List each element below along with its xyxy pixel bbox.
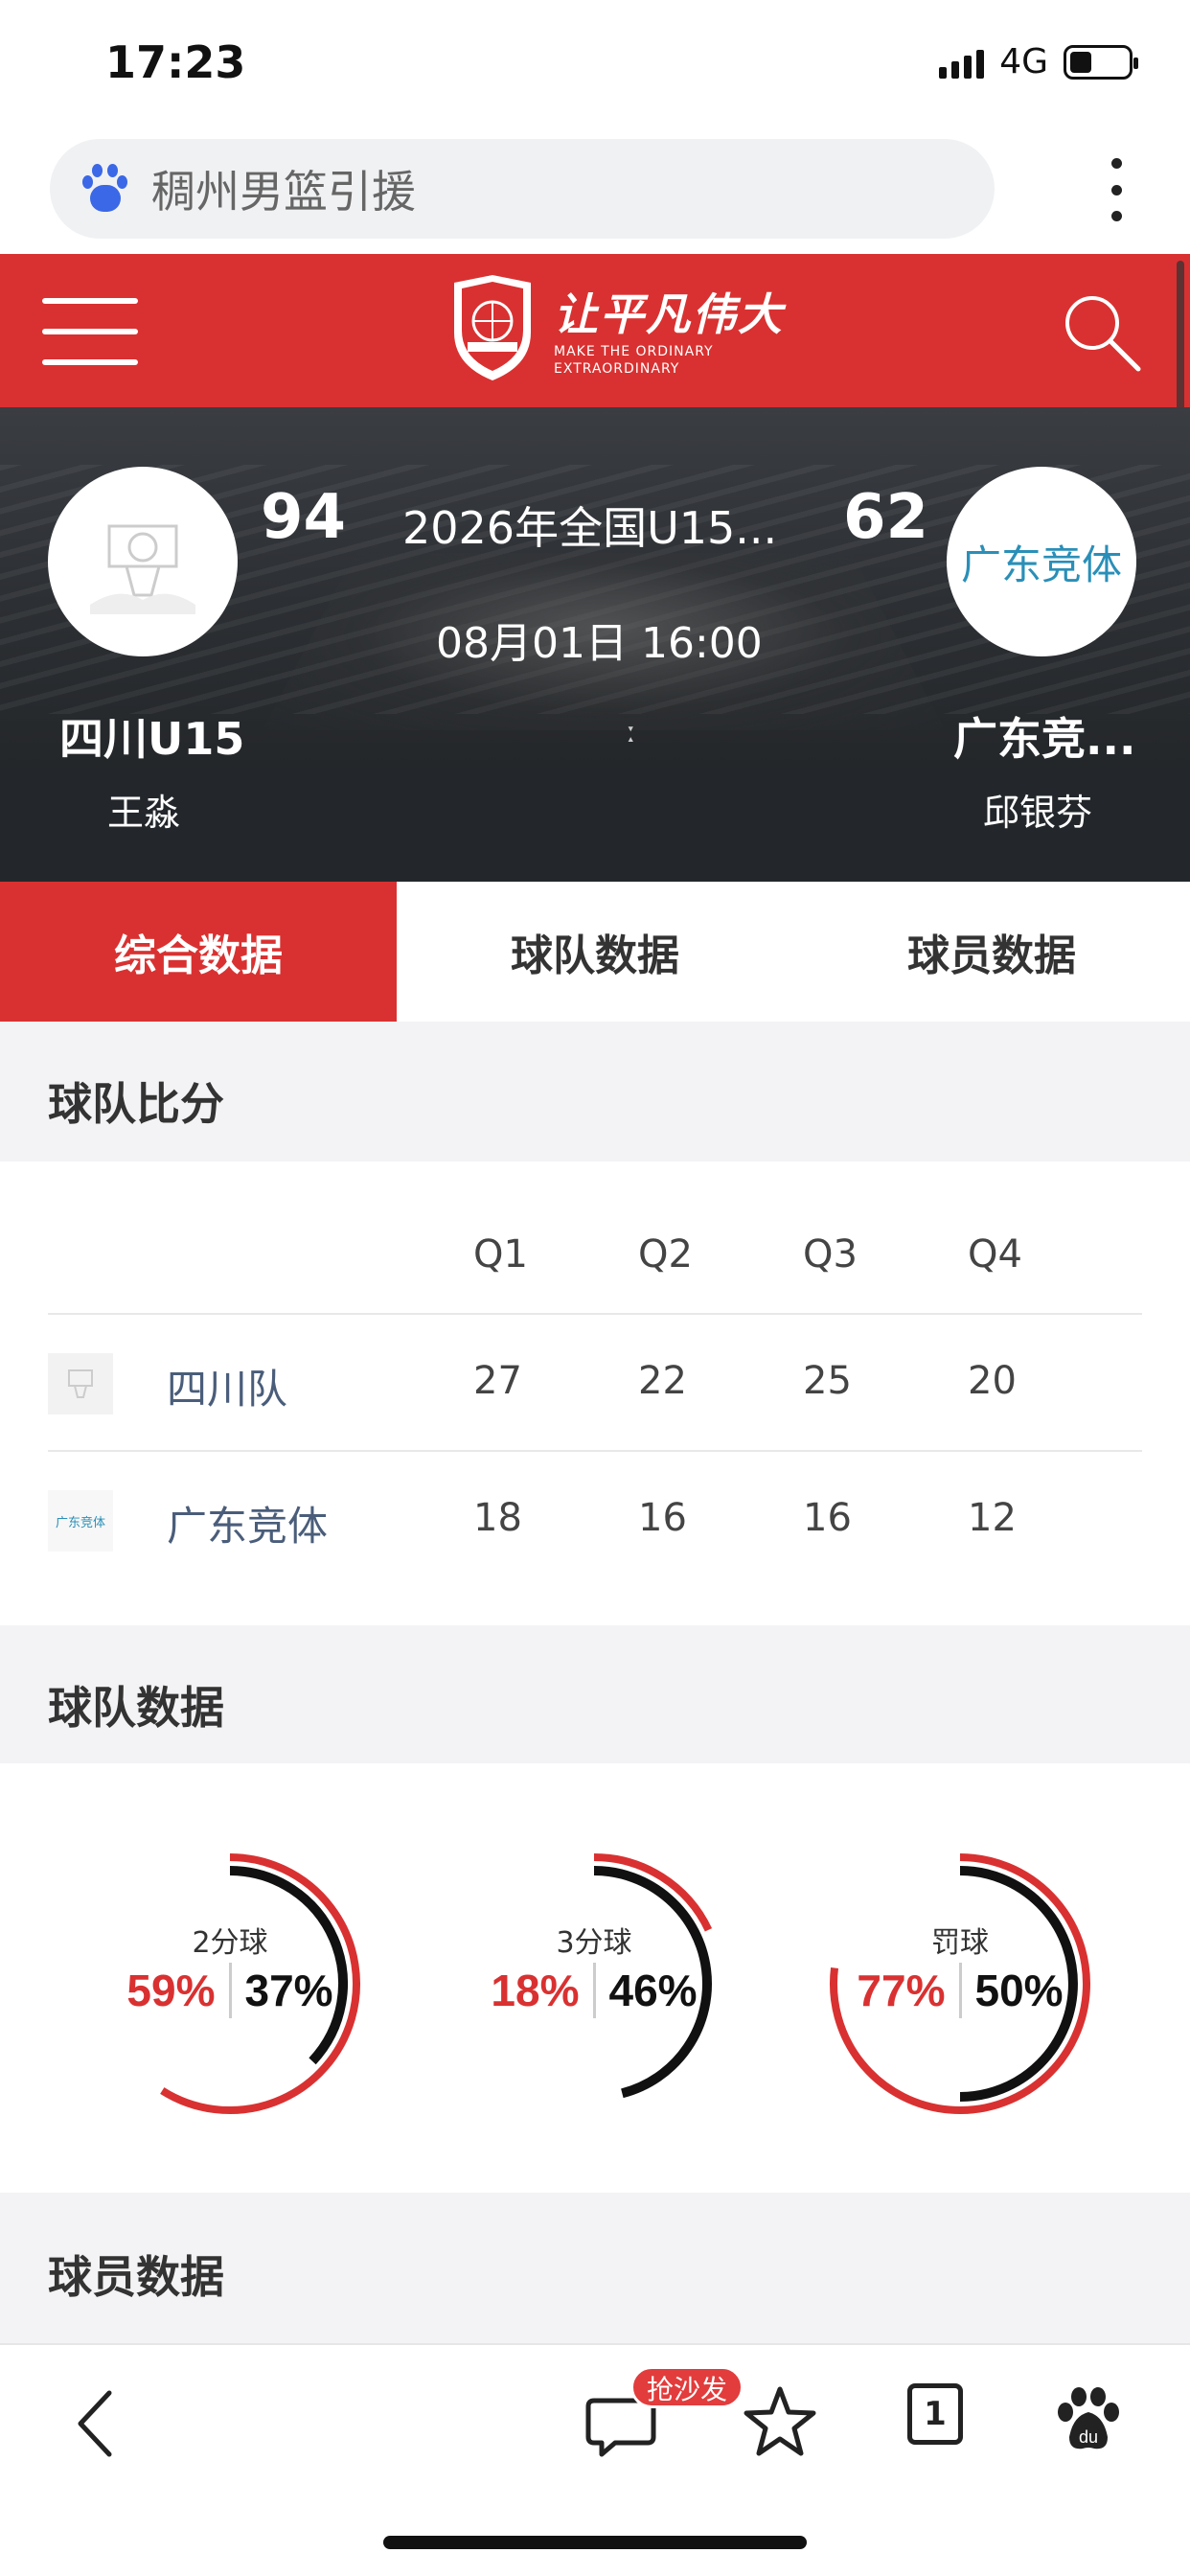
stat-label: 3分球 bbox=[556, 1926, 632, 1960]
cba-shield-icon bbox=[454, 275, 531, 380]
slogan-en-line2: EXTRAORDINARY bbox=[554, 361, 680, 377]
player-data-section-header: 球员数据 bbox=[0, 2193, 1190, 2343]
quarter-score: 18 bbox=[473, 1496, 522, 1540]
quarter-score: 22 bbox=[638, 1359, 687, 1403]
home-pct: 77% bbox=[857, 1966, 946, 2015]
quarter-score: 20 bbox=[968, 1359, 1017, 1403]
away-score: 62 bbox=[843, 482, 929, 553]
tab-team-data[interactable]: 球队数据 bbox=[397, 882, 793, 1022]
quarter-header: Q1 bbox=[473, 1232, 528, 1276]
sofa-badge[interactable]: 抢沙发 bbox=[630, 2366, 744, 2408]
team-logo-small: 广东竞体 bbox=[48, 1490, 113, 1552]
divider bbox=[592, 1963, 596, 2018]
away-team-logo[interactable]: 广东竞体 bbox=[947, 467, 1136, 656]
quarter-score: 25 bbox=[803, 1359, 852, 1403]
team-logo-small bbox=[48, 1353, 113, 1414]
donut-chart: 3分球 18% 46% bbox=[450, 1840, 738, 2128]
home-team-logo[interactable] bbox=[48, 467, 238, 656]
team-data-section-header: 球队数据 bbox=[0, 1625, 1190, 1763]
home-coach: 王淼 bbox=[107, 792, 181, 834]
section-title: 球队比分 bbox=[48, 1078, 224, 1130]
away-pct: 50% bbox=[974, 1966, 1064, 2015]
slogan-cn: 让平凡伟大 bbox=[554, 288, 784, 340]
quarter-score: 12 bbox=[968, 1496, 1017, 1540]
away-coach: 邱银芬 bbox=[983, 792, 1093, 834]
search-input[interactable]: 稠州男篮引援 bbox=[50, 139, 995, 239]
table-row[interactable]: 广东竞体 广东竞体 18 16 16 12 bbox=[48, 1452, 1142, 1589]
baidu-paw-icon bbox=[79, 162, 132, 216]
slogan-en-line1: MAKE THE ORDINARY bbox=[554, 344, 714, 359]
stat-values: 18% 46% bbox=[450, 1963, 738, 2018]
away-pct: 37% bbox=[244, 1966, 333, 2015]
home-pct: 59% bbox=[126, 1966, 216, 2015]
donut-chart: 2分球 59% 37% bbox=[86, 1840, 374, 2128]
divider bbox=[958, 1963, 962, 2018]
status-time: 17:23 bbox=[105, 36, 246, 88]
score-table-header: Q1 Q2 Q3 Q4 bbox=[48, 1162, 1142, 1315]
team-name: 广东竞体 bbox=[167, 1503, 329, 1550]
quarter-score: 16 bbox=[638, 1496, 687, 1540]
tab-overview[interactable]: 综合数据 bbox=[0, 882, 397, 1022]
match-title: 2026年全国U15... bbox=[402, 502, 778, 554]
back-icon[interactable] bbox=[59, 2383, 136, 2460]
home-score: 94 bbox=[261, 482, 347, 553]
team-score-section-header: 球队比分 bbox=[0, 1022, 1190, 1162]
donut-chart: 罚球 77% 50% bbox=[816, 1840, 1104, 2128]
stat-values: 59% 37% bbox=[86, 1963, 374, 2018]
stat-label: 罚球 bbox=[931, 1926, 989, 1960]
quarter-score: 27 bbox=[473, 1359, 522, 1403]
divider bbox=[228, 1963, 232, 2018]
basketball-hoop-icon bbox=[90, 524, 195, 614]
network-type: 4G bbox=[999, 42, 1048, 81]
stat-values: 77% 50% bbox=[816, 1963, 1104, 2018]
browser-search-row: 稠州男篮引援 bbox=[0, 129, 1190, 254]
match-center-mark: ː bbox=[627, 716, 637, 749]
home-indicator bbox=[383, 2536, 807, 2549]
away-logo-text: 广东竞体 bbox=[960, 540, 1122, 588]
battery-icon bbox=[1064, 44, 1138, 80]
score-table: Q1 Q2 Q3 Q4 四川队 27 22 25 20 广东竞体 广东竞体 18… bbox=[48, 1162, 1142, 1589]
stats-tabs: 综合数据 球队数据 球员数据 bbox=[0, 882, 1190, 1022]
menu-icon[interactable] bbox=[42, 298, 138, 365]
home-pct: 18% bbox=[491, 1966, 580, 2015]
stat-label: 2分球 bbox=[192, 1926, 268, 1960]
slogan: 让平凡伟大 MAKE THE ORDINARY EXTRAORDINARY bbox=[554, 280, 784, 378]
star-icon[interactable] bbox=[742, 2383, 818, 2460]
more-options-icon[interactable] bbox=[1110, 158, 1123, 221]
away-pct: 46% bbox=[608, 1966, 698, 2015]
basketball-hoop-icon bbox=[68, 1369, 93, 1398]
quarter-header: Q3 bbox=[803, 1232, 858, 1276]
tabs-count-icon[interactable]: 1 bbox=[907, 2383, 963, 2445]
site-header: 让平凡伟大 MAKE THE ORDINARY EXTRAORDINARY bbox=[0, 254, 1190, 407]
quarter-header: Q2 bbox=[638, 1232, 693, 1276]
section-title: 球队数据 bbox=[48, 1682, 224, 1734]
status-indicators: 4G bbox=[939, 42, 1138, 81]
match-banner: 广东竞体 94 62 2026年全国U15... 08月01日 16:00 ː … bbox=[0, 407, 1190, 882]
section-title: 球员数据 bbox=[48, 2251, 224, 2303]
match-datetime: 08月01日 16:00 bbox=[436, 619, 763, 668]
team-name: 四川队 bbox=[167, 1366, 288, 1413]
svg-text:du: du bbox=[1079, 2427, 1098, 2447]
signal-icon bbox=[939, 46, 985, 79]
search-query-text: 稠州男篮引援 bbox=[151, 166, 416, 218]
table-row[interactable]: 四川队 27 22 25 20 bbox=[48, 1315, 1142, 1452]
quarter-header: Q4 bbox=[968, 1232, 1022, 1276]
status-bar: 17:23 4G bbox=[0, 0, 1190, 129]
quarter-score: 16 bbox=[803, 1496, 852, 1540]
team-logo-text: 广东竞体 bbox=[55, 1515, 105, 1530]
search-icon[interactable] bbox=[1058, 288, 1144, 375]
home-team-name[interactable]: 四川U15 bbox=[59, 704, 244, 768]
tab-player-data[interactable]: 球员数据 bbox=[793, 882, 1190, 1022]
site-logo[interactable]: 让平凡伟大 MAKE THE ORDINARY EXTRAORDINARY bbox=[446, 273, 784, 384]
away-team-name[interactable]: 广东竞... bbox=[953, 704, 1135, 768]
baidu-paw-icon[interactable]: du bbox=[1050, 2383, 1127, 2460]
